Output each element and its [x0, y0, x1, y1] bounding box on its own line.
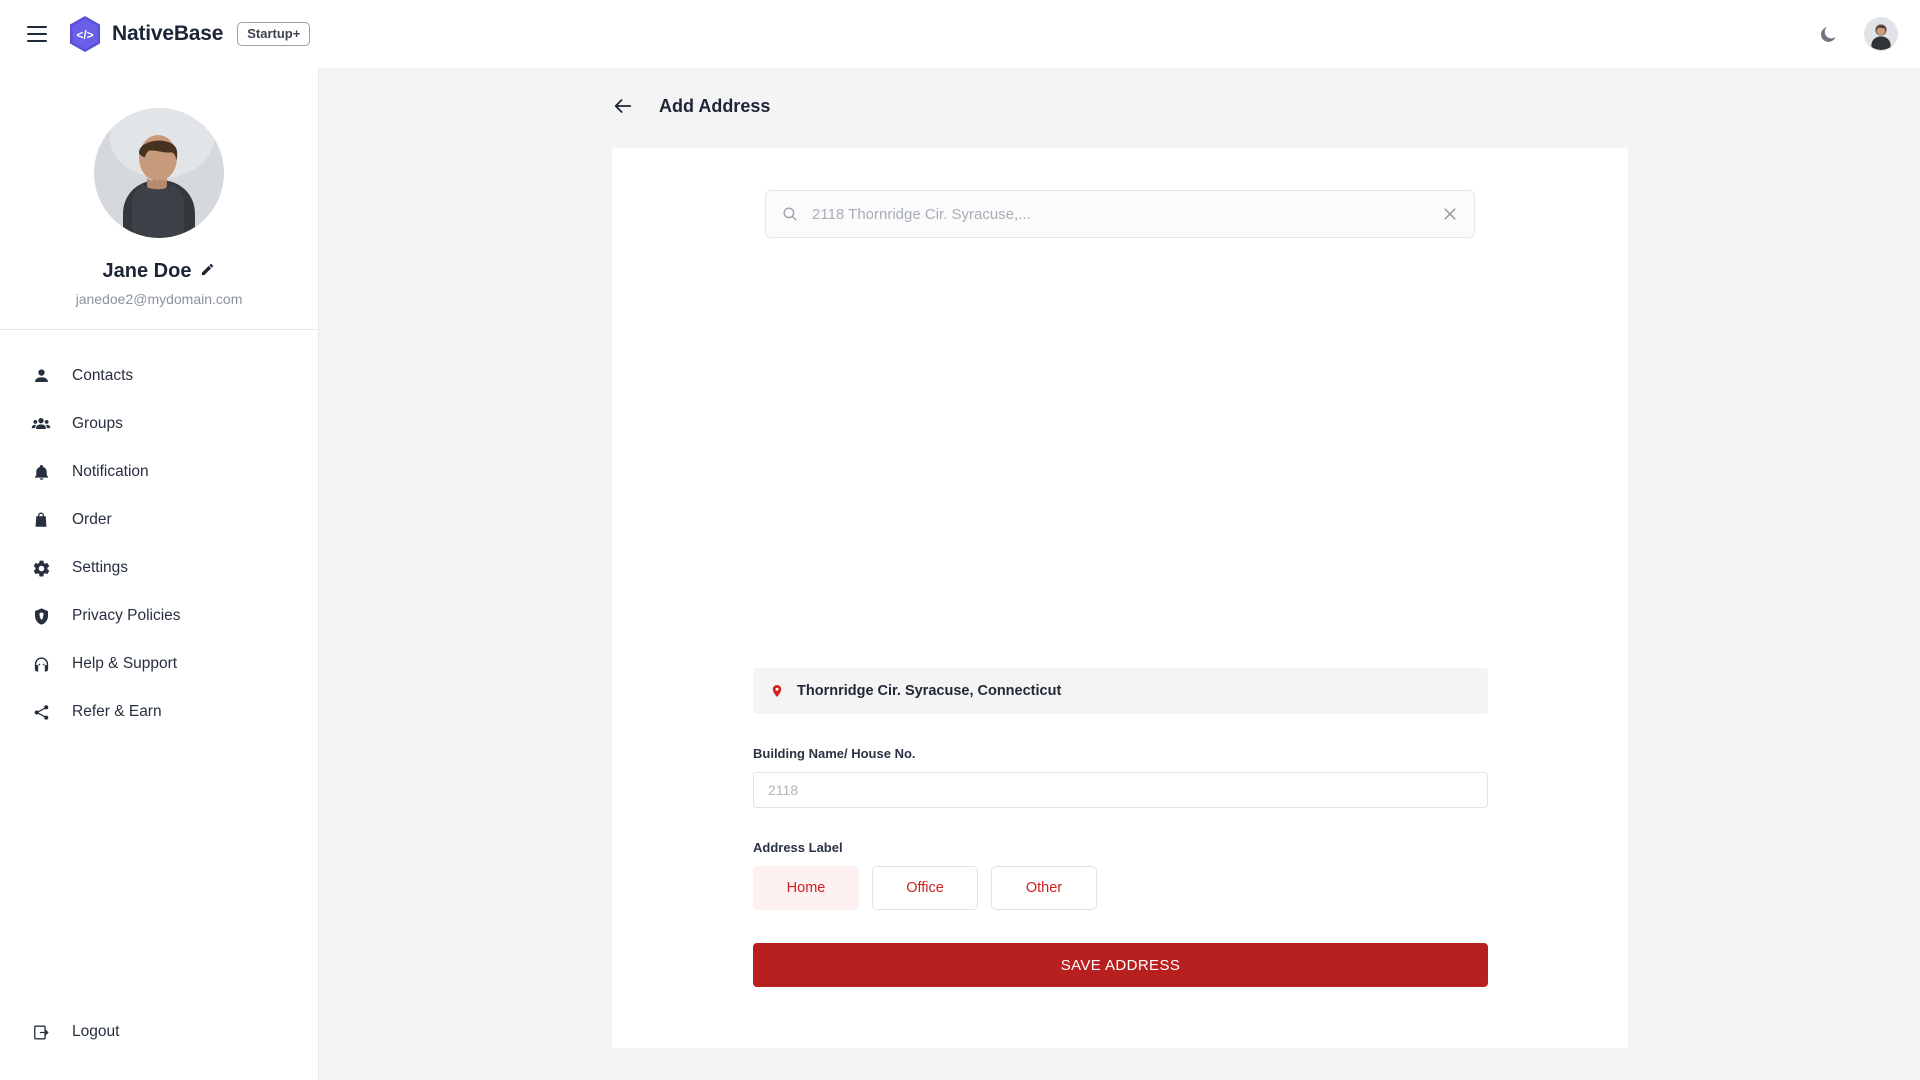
share-icon	[30, 701, 52, 723]
address-label-chip-home[interactable]: Home	[753, 866, 859, 910]
bag-icon	[30, 509, 52, 531]
sidebar-item-label: Logout	[72, 1023, 120, 1040]
pencil-icon[interactable]	[200, 262, 215, 282]
plan-badge: Startup+	[237, 22, 311, 46]
headset-icon	[30, 653, 52, 675]
sidebar-item-label: Order	[72, 511, 112, 528]
sidebar-item-label: Help & Support	[72, 655, 178, 672]
shield-icon	[30, 605, 52, 627]
profile-photo[interactable]	[94, 108, 224, 238]
bell-icon	[30, 461, 52, 483]
sidebar-item-label: Settings	[72, 559, 129, 576]
page-header: Add Address	[319, 68, 1920, 118]
sidebar-item-label: Refer & Earn	[72, 703, 162, 720]
sidebar-item-label: Contacts	[72, 367, 134, 384]
address-form: Thornridge Cir. Syracuse, Connecticut Bu…	[753, 668, 1488, 987]
sidebar-item-help-support[interactable]: Help & Support	[0, 640, 318, 688]
address-label-title: Address Label	[753, 840, 843, 855]
search-icon	[780, 204, 800, 224]
sidebar-item-contacts[interactable]: Contacts	[0, 352, 318, 400]
hamburger-bar	[27, 40, 47, 42]
address-search-bar[interactable]	[765, 190, 1475, 238]
profile-email: janedoe2@mydomain.com	[75, 291, 243, 307]
save-address-button[interactable]: SAVE ADDRESS	[753, 943, 1488, 987]
sidebar-item-groups[interactable]: Groups	[0, 400, 318, 448]
address-label-chip-group: Home Office Other	[753, 866, 1488, 910]
building-name-input[interactable]	[753, 772, 1488, 808]
arrow-left-icon[interactable]	[611, 94, 635, 118]
profile-name-row: Jane Doe	[103, 260, 216, 283]
moon-icon[interactable]	[1814, 20, 1842, 48]
sidebar-profile: Jane Doe janedoe2@mydomain.com	[0, 68, 318, 330]
top-app-bar: </> NativeBase Startup+	[0, 0, 1920, 68]
person-icon	[30, 365, 52, 387]
sidebar-nav: Contacts Groups Notification Order Setti…	[0, 330, 318, 736]
sidebar: Jane Doe janedoe2@mydomain.com Contacts	[0, 68, 319, 1080]
search-input[interactable]	[812, 205, 1440, 223]
sidebar-item-label: Groups	[72, 415, 123, 432]
add-address-card: Thornridge Cir. Syracuse, Connecticut Bu…	[612, 148, 1628, 1048]
close-icon[interactable]	[1440, 204, 1460, 224]
sidebar-item-notification[interactable]: Notification	[0, 448, 318, 496]
people-group-icon	[30, 413, 52, 435]
svg-text:</>: </>	[76, 28, 93, 42]
logout-icon	[30, 1021, 52, 1043]
hamburger-bar	[27, 26, 47, 28]
hamburger-bar	[27, 33, 47, 35]
sidebar-logout-section: Logout	[0, 1008, 318, 1080]
brand-name: NativeBase	[112, 22, 224, 45]
sidebar-item-order[interactable]: Order	[0, 496, 318, 544]
brand-logo-group[interactable]: </> NativeBase Startup+	[68, 15, 311, 53]
sidebar-item-label: Notification	[72, 463, 149, 480]
location-pin-icon	[770, 682, 784, 700]
sidebar-item-privacy-policies[interactable]: Privacy Policies	[0, 592, 318, 640]
page-title: Add Address	[659, 95, 771, 116]
avatar[interactable]	[1864, 17, 1898, 51]
sidebar-item-logout[interactable]: Logout	[0, 1008, 318, 1056]
address-label-chip-office[interactable]: Office	[872, 866, 978, 910]
top-bar-actions	[1814, 17, 1898, 51]
gear-icon	[30, 557, 52, 579]
sidebar-item-settings[interactable]: Settings	[0, 544, 318, 592]
address-suggestion-text: Thornridge Cir. Syracuse, Connecticut	[797, 683, 1062, 699]
sidebar-item-label: Privacy Policies	[72, 607, 181, 624]
hamburger-menu-icon[interactable]	[20, 17, 54, 51]
building-field-label: Building Name/ House No.	[753, 746, 916, 761]
address-label-chip-other[interactable]: Other	[991, 866, 1097, 910]
main-content: Add Address 2118 Thornridge Cir. Syracus…	[319, 68, 1920, 1080]
code-hexagon-logo-icon: </>	[68, 15, 102, 53]
sidebar-item-refer-earn[interactable]: Refer & Earn	[0, 688, 318, 736]
address-suggestion-row[interactable]: Thornridge Cir. Syracuse, Connecticut	[753, 668, 1488, 714]
profile-name: Jane Doe	[102, 260, 192, 282]
